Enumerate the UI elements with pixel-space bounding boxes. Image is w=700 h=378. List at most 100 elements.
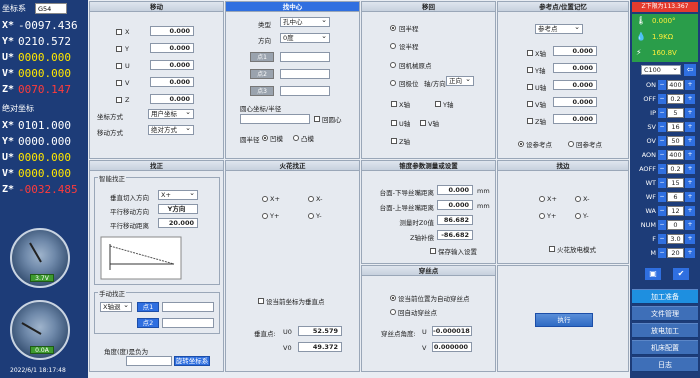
ref-axis-input[interactable]: 0.000: [553, 80, 597, 90]
spark-mode-check[interactable]: 火花放电模式: [549, 244, 596, 254]
ref-axis-input[interactable]: 0.000: [553, 97, 597, 107]
execute-button[interactable]: 执行: [535, 313, 593, 327]
plus-icon[interactable]: +: [685, 220, 695, 230]
ref-axis-input[interactable]: 0.000: [553, 46, 597, 56]
checkbox[interactable]: [527, 67, 533, 73]
checkbox[interactable]: [116, 46, 122, 52]
par-dir-field[interactable]: Y方向: [158, 204, 198, 214]
return-center-check[interactable]: 回圆心: [314, 114, 342, 124]
checkbox[interactable]: [527, 50, 533, 56]
radio-edge-xp[interactable]: X+: [539, 195, 557, 203]
radio[interactable]: [539, 196, 545, 202]
move-axis-x[interactable]: X: [116, 28, 129, 36]
radio[interactable]: [568, 141, 574, 147]
radio[interactable]: [539, 213, 545, 219]
point1-button[interactable]: 点1: [250, 52, 274, 62]
checkbox[interactable]: [391, 138, 397, 144]
ref-select[interactable]: 参考点: [535, 23, 583, 34]
ref-axis-1[interactable]: Y轴: [527, 65, 545, 75]
u0-field[interactable]: 52.579: [298, 326, 342, 336]
axis-input[interactable]: 0.000: [150, 60, 194, 70]
radio[interactable]: [518, 141, 524, 147]
checkbox[interactable]: [527, 84, 533, 90]
axis-input[interactable]: 0.000: [150, 43, 194, 53]
plus-icon[interactable]: +: [685, 206, 695, 216]
check-z[interactable]: Z轴: [391, 136, 410, 146]
minus-icon[interactable]: −: [658, 122, 666, 132]
checkbox[interactable]: [391, 101, 397, 107]
minus-icon[interactable]: −: [658, 164, 666, 174]
radio[interactable]: [308, 196, 314, 202]
menu-item-0[interactable]: 加工准备: [632, 289, 698, 304]
radio-set-ref[interactable]: 设参考点: [518, 139, 552, 149]
manual-point2-button[interactable]: 点2: [137, 318, 159, 328]
plus-icon[interactable]: +: [685, 178, 695, 188]
param-input[interactable]: 400: [667, 80, 684, 90]
menu-item-3[interactable]: 机床配置: [632, 340, 698, 355]
checkbox[interactable]: [116, 29, 122, 35]
ref-axis-0[interactable]: X轴: [527, 48, 546, 58]
plus-icon[interactable]: +: [685, 248, 695, 258]
radio[interactable]: [390, 25, 396, 31]
check-x[interactable]: X轴: [391, 99, 410, 109]
checkbox[interactable]: [549, 246, 555, 252]
checkbox[interactable]: [435, 101, 441, 107]
thread-v-field[interactable]: 0.000000: [432, 342, 472, 352]
param-input[interactable]: 0: [667, 220, 684, 230]
manual-point2-field[interactable]: [162, 318, 214, 328]
coord-system-select[interactable]: G54: [35, 3, 67, 14]
axis-input[interactable]: 0.000: [150, 94, 194, 104]
point3-button[interactable]: 点3: [250, 86, 274, 96]
par-dist-field[interactable]: 20.000: [158, 218, 198, 228]
taper-input[interactable]: 86.682: [437, 215, 473, 225]
minus-icon[interactable]: −: [658, 108, 666, 118]
minus-icon[interactable]: −: [658, 234, 666, 244]
param-input[interactable]: 400: [667, 150, 684, 160]
radio[interactable]: [262, 213, 268, 219]
radio-spark-xm[interactable]: X-: [308, 195, 322, 203]
plus-icon[interactable]: +: [685, 136, 695, 146]
radio-go-ref[interactable]: 回参考点: [568, 139, 602, 149]
radio-set-thread[interactable]: 设当前位置为自动穿丝点: [390, 293, 470, 303]
checkbox[interactable]: [314, 116, 320, 122]
minus-icon[interactable]: −: [658, 150, 666, 160]
ref-axis-3[interactable]: V轴: [527, 99, 546, 109]
save-settings-check[interactable]: 保存输入设置: [430, 246, 477, 256]
plus-icon[interactable]: +: [685, 150, 695, 160]
radio-edge-ym[interactable]: Y-: [575, 212, 589, 220]
axis-input[interactable]: 0.000: [150, 26, 194, 36]
param-input[interactable]: 16: [667, 122, 684, 132]
move-axis-u[interactable]: U: [116, 62, 130, 70]
radio[interactable]: [390, 62, 396, 68]
taper-input[interactable]: -86.682: [437, 230, 473, 240]
point3-field[interactable]: [280, 86, 330, 96]
radio[interactable]: [293, 135, 299, 141]
minus-icon[interactable]: −: [658, 178, 666, 188]
move-axis-y[interactable]: Y: [116, 45, 129, 53]
v0-field[interactable]: 49.372: [298, 342, 342, 352]
manual-axis-select[interactable]: X轴退: [100, 301, 132, 312]
move-mode-select[interactable]: 绝对方式: [148, 124, 194, 135]
plus-icon[interactable]: +: [685, 234, 695, 244]
point2-field[interactable]: [280, 69, 330, 79]
param-input[interactable]: 12: [667, 206, 684, 216]
radio[interactable]: [575, 213, 581, 219]
radio[interactable]: [262, 135, 268, 141]
taper-input[interactable]: 0.000: [437, 185, 473, 195]
checkbox[interactable]: [527, 118, 533, 124]
minus-icon[interactable]: −: [658, 220, 666, 230]
minus-icon[interactable]: −: [658, 192, 666, 202]
axis-input[interactable]: 0.000: [150, 77, 194, 87]
checkbox[interactable]: [258, 298, 264, 304]
type-select[interactable]: 孔中心: [280, 16, 330, 27]
arrow-left-icon[interactable]: ⇦: [684, 64, 696, 76]
radio-half[interactable]: 回半程: [390, 23, 419, 33]
plus-icon[interactable]: +: [685, 108, 695, 118]
param-input[interactable]: 6: [667, 192, 684, 202]
minus-icon[interactable]: −: [658, 80, 666, 90]
minus-icon[interactable]: −: [658, 206, 666, 216]
param-input[interactable]: 3.0: [667, 234, 684, 244]
checkbox[interactable]: [430, 248, 436, 254]
check-u[interactable]: U轴: [391, 118, 410, 128]
ref-axis-4[interactable]: Z轴: [527, 116, 546, 126]
